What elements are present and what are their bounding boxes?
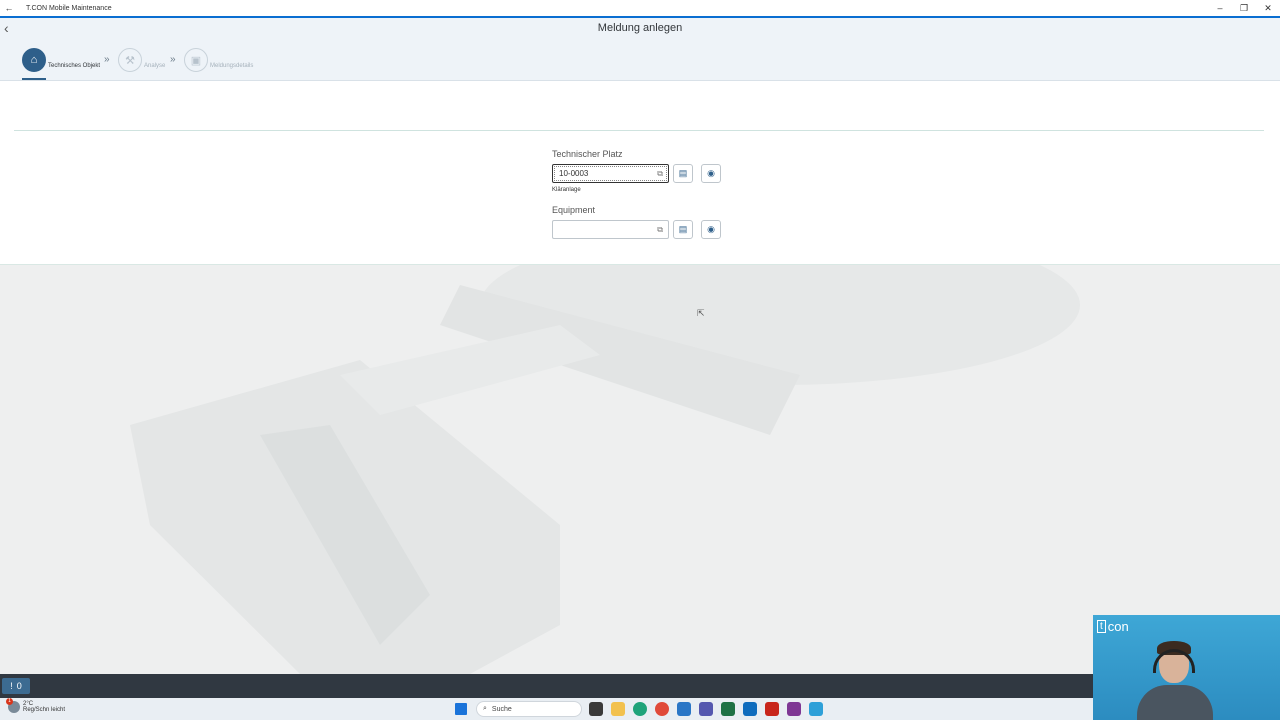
file-explorer-icon[interactable] xyxy=(611,702,625,716)
wrench-icon: ⚒ xyxy=(118,48,142,72)
weather-icon: 1 xyxy=(6,698,20,713)
onenote-icon[interactable] xyxy=(787,702,801,716)
divider xyxy=(14,130,1264,131)
tech-place-label: Technischer Platz xyxy=(552,149,623,159)
wizard-step-analysis[interactable]: ⚒ Analyse xyxy=(118,48,165,72)
webcam-overlay: t con xyxy=(1093,615,1280,720)
window-titlebar: ← T.CON Mobile Maintenance – ❐ ✕ xyxy=(0,0,1280,16)
logo-mark: t xyxy=(1097,620,1106,633)
equipment-scan-button[interactable]: ◉ xyxy=(701,220,721,239)
weather-widget[interactable]: 1 2°C Reg/Schn leicht xyxy=(6,698,66,713)
active-step-indicator xyxy=(22,78,46,80)
wizard-step-label: Technisches Objekt xyxy=(48,63,101,69)
tech-place-input[interactable]: 10-0003 ⧉ xyxy=(552,164,669,183)
equipment-list-button[interactable]: ▤ xyxy=(673,220,693,239)
messages-button[interactable]: ! 0 xyxy=(2,678,30,694)
tech-place-description: Kläranlage xyxy=(552,187,581,193)
tcon-logo: t con xyxy=(1097,619,1129,634)
minimize-button[interactable]: – xyxy=(1208,3,1232,13)
wizard-step-technical-object[interactable]: ⌂ Technisches Objekt xyxy=(22,48,100,72)
page-title: Meldung anlegen xyxy=(597,22,683,34)
wizard-progress: ⌂ Technisches Objekt » ⚒ Analyse » ▣ Mel… xyxy=(0,40,1280,81)
tech-place-scan-button[interactable]: ◉ xyxy=(701,164,721,183)
building-icon: ⌂ xyxy=(22,48,46,72)
acrobat-icon[interactable] xyxy=(765,702,779,716)
value-help-icon[interactable]: ⧉ xyxy=(657,225,663,235)
app-icon[interactable] xyxy=(677,702,691,716)
messages-count: 0 xyxy=(16,681,22,691)
tech-place-list-button[interactable]: ▤ xyxy=(673,164,693,183)
teams-icon[interactable] xyxy=(699,702,713,716)
os-taskbar: 1 2°C Reg/Schn leicht ⌕ Suche xyxy=(0,698,1093,720)
document-icon: ▣ xyxy=(184,48,208,72)
target-icon: ◉ xyxy=(707,168,715,178)
equipment-label: Equipment xyxy=(552,205,596,215)
presenter-body xyxy=(1137,685,1213,720)
outlook-icon[interactable] xyxy=(743,702,757,716)
notification-badge: 1 xyxy=(6,698,13,705)
list-icon: ▤ xyxy=(678,168,688,178)
form-panel: Technischer Platz 10-0003 ⧉ ▤ ◉ Kläranla… xyxy=(0,81,1280,265)
windows-start-icon[interactable] xyxy=(455,703,467,715)
window-back-icon[interactable]: ← xyxy=(0,3,18,13)
logo-text: con xyxy=(1107,619,1129,634)
equipment-input[interactable]: ⧉ xyxy=(552,220,669,239)
background-image: ⇱ xyxy=(0,265,1280,674)
mouse-cursor-icon: ⇱ xyxy=(697,308,705,318)
app-footer-bar: ! 0 xyxy=(0,674,1093,698)
restore-button[interactable]: ❐ xyxy=(1232,3,1256,14)
edge-browser-icon[interactable] xyxy=(633,702,647,716)
chevron-right-icon: » xyxy=(104,54,110,65)
taskbar-search[interactable]: ⌕ Suche xyxy=(476,701,582,717)
chrome-browser-icon[interactable] xyxy=(655,702,669,716)
shell-bar: ‹ Meldung anlegen xyxy=(0,16,1280,40)
excel-icon[interactable] xyxy=(721,702,735,716)
weather-desc: Reg/Schn leicht xyxy=(23,707,66,713)
value-help-icon[interactable]: ⧉ xyxy=(657,169,663,179)
close-button[interactable]: ✕ xyxy=(1256,3,1280,14)
wrench-background-illustration xyxy=(130,265,1080,674)
wizard-step-label: Analyse xyxy=(144,63,166,69)
search-icon: ⌕ xyxy=(483,705,487,712)
target-icon: ◉ xyxy=(707,224,715,234)
window-title: T.CON Mobile Maintenance xyxy=(26,4,112,12)
message-icon: ! xyxy=(10,681,13,691)
active-app-icon[interactable] xyxy=(809,702,823,716)
task-view-icon[interactable] xyxy=(589,702,603,716)
chevron-right-icon: » xyxy=(170,54,176,65)
search-placeholder: Suche xyxy=(491,705,512,713)
wizard-step-details[interactable]: ▣ Meldungsdetails xyxy=(184,48,253,72)
wizard-step-label: Meldungsdetails xyxy=(210,63,254,69)
list-icon: ▤ xyxy=(678,224,688,234)
tech-place-value: 10-0003 xyxy=(559,169,589,178)
